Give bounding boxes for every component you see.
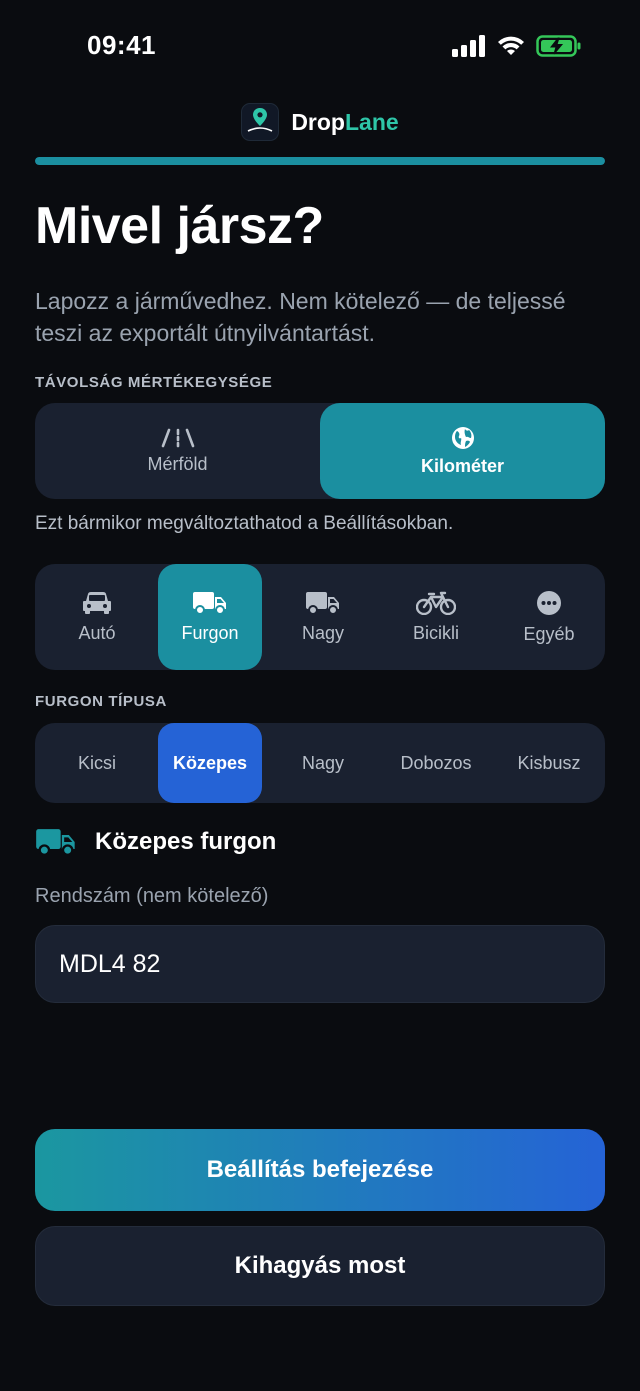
van-type-option-medium[interactable]: Közepes (158, 723, 262, 803)
app-name: DropLane (291, 109, 398, 136)
van-type-option-large[interactable]: Nagy (271, 723, 375, 803)
app-name-part1: Drop (291, 108, 345, 135)
car-icon (82, 591, 112, 615)
page-title: Mivel jársz? (35, 197, 324, 255)
status-bar: 09:41 (0, 0, 640, 92)
plate-input[interactable] (35, 925, 605, 1003)
vehicle-option-label: Bicikli (412, 622, 459, 643)
van-icon (192, 591, 228, 615)
van-type-option-minibus[interactable]: Kisbusz (497, 723, 601, 803)
van-icon (35, 827, 77, 857)
app-name-part2: Lane (344, 108, 399, 135)
van-type-label: FURGON TÍPUSA (35, 693, 167, 710)
finish-setup-button[interactable]: Beállítás befejezése (35, 1129, 605, 1211)
battery-charging-icon (536, 35, 582, 57)
vehicle-option-bicycle[interactable]: Bicikli (384, 564, 488, 670)
plate-label: Rendszám (nem kötelező) (35, 885, 269, 907)
vehicle-selector: Autó Furgon Nagy Bicikli Egyéb (35, 564, 605, 670)
road-icon (160, 428, 196, 448)
progress-fill (35, 157, 605, 165)
van-type-option-box[interactable]: Dobozos (384, 723, 488, 803)
distance-unit-hint: Ezt bármikor megváltoztathatod a Beállít… (35, 513, 454, 534)
van-type-option-small[interactable]: Kicsi (45, 723, 149, 803)
unit-option-miles[interactable]: Mérföld (35, 403, 320, 499)
vehicle-option-van[interactable]: Furgon (158, 564, 262, 670)
vehicle-option-other[interactable]: Egyéb (497, 564, 601, 670)
vehicle-option-label: Nagy (301, 622, 345, 643)
vehicle-option-label: Furgon (181, 622, 239, 643)
van-type-selector: Kicsi Közepes Nagy Dobozos Kisbusz (35, 723, 605, 803)
vehicle-option-label: Egyéb (523, 623, 575, 644)
wifi-icon (496, 35, 526, 57)
status-time: 09:41 (87, 30, 156, 60)
selected-vehicle-summary: Közepes furgon (35, 822, 276, 862)
page-subtitle: Lapozz a járművedhez. Nem kötelező — de … (35, 288, 566, 346)
distance-unit-selector: Mérföld Kilométer (35, 403, 605, 499)
more-icon (536, 590, 562, 616)
onboarding-progress-bar (35, 157, 605, 165)
bicycle-icon (416, 591, 456, 615)
unit-option-label: Kilométer (420, 455, 505, 476)
vehicle-option-truck[interactable]: Nagy (271, 564, 375, 670)
distance-unit-label: TÁVOLSÁG MÉRTÉKEGYSÉGE (35, 374, 273, 391)
cellular-signal-icon (452, 35, 486, 57)
unit-option-label: Mérföld (147, 453, 208, 474)
truck-icon (305, 591, 341, 615)
skip-button[interactable]: Kihagyás most (35, 1226, 605, 1306)
selected-vehicle-label: Közepes furgon (95, 828, 277, 855)
vehicle-option-label: Autó (78, 622, 116, 643)
app-logo (241, 103, 280, 141)
brand-header: DropLane (0, 100, 640, 144)
globe-icon (451, 426, 475, 450)
vehicle-option-car[interactable]: Autó (45, 564, 149, 670)
status-icons (452, 35, 582, 57)
unit-option-kilometers[interactable]: Kilométer (320, 403, 605, 499)
